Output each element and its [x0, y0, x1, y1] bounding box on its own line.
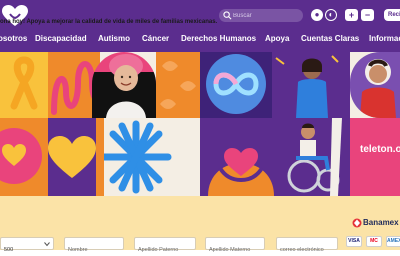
- donation-headline: ona hoy! Apoya a mejorar la calidad de v…: [0, 19, 218, 25]
- nav-item-cuentas-claras[interactable]: Cuentas Claras: [301, 33, 359, 45]
- nav-item-discapacidad[interactable]: Discapacidad: [35, 33, 87, 45]
- autism-infinity-tile: [200, 52, 272, 118]
- teleton-logo-tile: teleton.o: [350, 118, 400, 196]
- mastercard-icon: MC: [366, 236, 382, 247]
- banamex-icon: [352, 218, 362, 228]
- mother-and-child-photo: [275, 55, 339, 118]
- heart-circle-tile: [0, 118, 48, 196]
- email-field-wrapper[interactable]: [276, 237, 338, 256]
- maternal-surname-wrapper[interactable]: [205, 237, 265, 256]
- heart-tile: [48, 118, 96, 196]
- amount-select[interactable]: [0, 237, 54, 256]
- orange-pattern-tile: [156, 52, 200, 118]
- chevron-down-icon: [44, 242, 50, 247]
- receipt-button[interactable]: Recibo: [384, 9, 400, 21]
- maternal-surname-field[interactable]: [206, 244, 264, 256]
- visa-card-icon: VISA: [346, 236, 362, 247]
- nav-item-cancer[interactable]: Cáncer: [142, 33, 169, 45]
- top-header: ● ◐ + − Recibo osotros Discapacidad Auti…: [0, 0, 400, 52]
- nav-item-autismo[interactable]: Autismo: [98, 33, 130, 45]
- nav-item-informacion[interactable]: Informac: [369, 33, 400, 45]
- boy-photo-tile: [350, 52, 400, 118]
- nav-item-derechos-humanos[interactable]: Derechos Humanos: [181, 33, 256, 45]
- mother-photo-tile: [272, 52, 350, 118]
- nav-item-nosotros[interactable]: osotros: [0, 33, 27, 45]
- starburst-icon: [104, 120, 172, 194]
- hero-mosaic: teleton.o: [0, 52, 400, 196]
- child-wheelchair-photo: [287, 118, 342, 196]
- child-photo-tile: [92, 52, 156, 118]
- search-input[interactable]: [233, 10, 299, 21]
- paternal-surname-wrapper[interactable]: [134, 237, 196, 256]
- donation-bar: [0, 196, 400, 250]
- paternal-surname-field[interactable]: [135, 244, 195, 256]
- contrast-toggle-button[interactable]: ●: [311, 9, 323, 21]
- infinity-symbol-icon: [206, 54, 266, 114]
- nav-item-apoya[interactable]: Apoya: [265, 33, 289, 45]
- email-field[interactable]: [277, 244, 337, 256]
- increase-font-button[interactable]: +: [345, 9, 358, 21]
- teleton-logo[interactable]: teleton.o: [360, 144, 400, 155]
- smiling-boy-photo: [360, 59, 396, 118]
- ribbon-tile: [0, 52, 48, 118]
- search-box[interactable]: [219, 9, 303, 22]
- name-field-wrapper[interactable]: [64, 237, 124, 256]
- leaf-pattern-icon: [160, 61, 196, 109]
- orange-strip-tile: [96, 118, 104, 196]
- heart-icon: [48, 136, 96, 178]
- awareness-ribbon-icon: [10, 56, 38, 110]
- amex-card-icon: AMEX: [386, 236, 400, 247]
- hands-heart-tile: [200, 118, 282, 196]
- burst-tile: [104, 118, 200, 196]
- grayscale-toggle-button[interactable]: ◐: [325, 9, 337, 21]
- search-icon: [223, 11, 232, 20]
- decrease-font-button[interactable]: −: [361, 9, 374, 21]
- bank-name: Banamex: [363, 218, 399, 227]
- wheelchair-photo-tile: [282, 118, 350, 196]
- heart-circle-icon: [0, 128, 42, 184]
- smiling-child-photo: [92, 54, 156, 118]
- hands-heart-icon: [208, 148, 274, 196]
- name-field[interactable]: [65, 244, 123, 256]
